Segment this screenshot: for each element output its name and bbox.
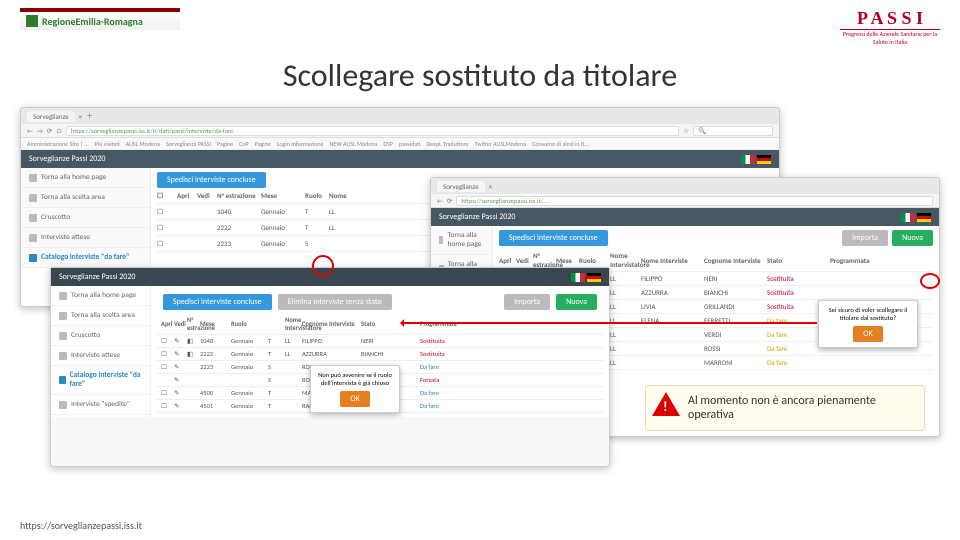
flag-it-icon[interactable] — [901, 213, 915, 222]
back-icon[interactable]: ← — [27, 127, 33, 135]
confirm-dialog-1: Non può avvenire se il ruolo dell'interv… — [310, 365, 400, 413]
sidebar: Torna alla home page Torna alla scelta a… — [21, 168, 151, 268]
sidebar-item[interactable]: Interviste attese — [51, 346, 150, 366]
flag-de-icon[interactable] — [917, 213, 931, 222]
sidebar-item[interactable]: Torna alla home page — [431, 226, 492, 255]
dialog-message: Sei sicuro di voler scollegare il titola… — [824, 306, 912, 322]
gauge-icon — [29, 214, 37, 222]
passi-logo-text: P A S S I — [840, 8, 940, 29]
flag-it-icon[interactable] — [571, 273, 585, 282]
table-row[interactable]: ☐✎◧1040GennaioTLLFILIPPONERISostituita — [157, 335, 603, 348]
region-logo-text: RegioneEmilia-Romagna — [42, 15, 143, 28]
bookmark-icon[interactable]: ☆ — [683, 127, 689, 135]
confirm-dialog-2: Sei sicuro di voler scollegare il titola… — [818, 300, 918, 348]
sidebar-item[interactable]: Catalogo interviste "da fare" — [51, 366, 150, 395]
browser-tab[interactable]: Sorveglianze — [27, 111, 75, 122]
search-box[interactable]: 🔍 — [693, 126, 773, 136]
delete-button[interactable]: Elimina interviste senza stato — [278, 294, 392, 310]
sidebar-item-area[interactable]: Torna alla scelta area — [21, 188, 150, 208]
bookmark[interactable]: Sorveglianza PASSI — [166, 140, 211, 148]
warning-callout: Al momento non è ancora pienamente opera… — [645, 385, 925, 431]
list-icon — [29, 234, 37, 242]
annotation-circle — [920, 273, 940, 289]
bookmark[interactable]: DSP — [383, 140, 393, 148]
forward-icon[interactable]: → — [37, 127, 43, 135]
callout-text: Al momento non è ancora pienamente opera… — [688, 394, 876, 422]
bookmarks-bar: Amministrazione Sito | ... Più visitati … — [21, 138, 779, 150]
annotation-circle — [312, 255, 334, 277]
sidebar-item[interactable]: Interviste "spedite" — [51, 395, 150, 415]
back-icon[interactable]: ← — [437, 197, 443, 205]
import-button[interactable]: Importa — [842, 230, 888, 246]
back-icon — [29, 194, 37, 202]
bookmark[interactable]: Login Informazione — [277, 140, 324, 148]
bookmark[interactable]: DeepL Traduttore — [426, 140, 468, 148]
gauge-icon — [59, 332, 67, 340]
new-button[interactable]: Nuova — [556, 294, 597, 310]
back-icon — [59, 312, 67, 320]
folder-icon — [59, 376, 66, 384]
app-title: Sorveglianze Passi 2020 — [29, 154, 105, 164]
bookmark[interactable]: Twitter AUSLModena — [475, 140, 526, 148]
dialog-message: Non può avvenire se il ruolo dell'interv… — [316, 371, 394, 387]
browser-tab[interactable]: Sorveglianze — [437, 181, 485, 192]
sidebar-item-catalog[interactable]: Catalogo interviste "da fare" — [21, 248, 150, 268]
app-bar: Sorveglianze Passi 2020 — [431, 208, 939, 226]
sidebar-item-home[interactable]: Torna alla home page — [21, 168, 150, 188]
close-icon[interactable]: × — [489, 182, 493, 191]
reload-icon[interactable]: ⟳ — [47, 127, 52, 135]
new-button[interactable]: Nuova — [892, 230, 933, 246]
slide-title: Scollegare sostituto da titolare — [0, 56, 960, 95]
flag-de-icon[interactable] — [587, 273, 601, 282]
bookmark[interactable]: Pagine — [255, 140, 271, 148]
home-icon — [29, 174, 37, 182]
sidebar-item[interactable]: Torna alla home page — [51, 286, 150, 306]
home-icon — [439, 236, 443, 244]
home-icon — [59, 292, 67, 300]
bookmark[interactable]: Più visitati — [95, 140, 120, 148]
ok-button[interactable]: OK — [340, 391, 369, 407]
bookmark[interactable]: CoP — [239, 140, 248, 148]
sidebar-item-expected[interactable]: Interviste attese — [21, 228, 150, 248]
passi-logo: P A S S I Progressi delle Aziende Sanita… — [840, 8, 940, 46]
flag-de-icon[interactable] — [757, 155, 771, 164]
bookmark[interactable]: AUSL Modena — [126, 140, 160, 148]
flag-it-icon[interactable] — [741, 155, 755, 164]
bookmark[interactable]: Pagine — [217, 140, 233, 148]
ok-button[interactable]: OK — [853, 326, 882, 342]
send-button[interactable]: Spedisci interviste concluse — [499, 230, 608, 246]
bookmark[interactable]: NEW AUSL Modena — [330, 140, 378, 148]
passi-logo-sub: Progressi delle Aziende Sanitarie per la… — [840, 29, 940, 46]
bookmark[interactable]: Consumo di alcol in It... — [532, 140, 589, 148]
list-icon — [59, 352, 67, 360]
table-header: ApriVediN° estrazioneMeseRuoloNome Inter… — [157, 314, 603, 335]
sent-icon — [59, 401, 67, 409]
sidebar-item-dashboard[interactable]: Cruscotto — [21, 208, 150, 228]
address-bar[interactable]: https://sorveglianzepassi.iss.it/... — [456, 196, 933, 206]
bookmark[interactable]: Amministrazione Sito | ... — [27, 140, 89, 148]
send-interviews-button[interactable]: Spedisci interviste concluse — [157, 172, 266, 188]
new-tab-icon[interactable]: ＋ — [86, 111, 93, 121]
region-logo: RegioneEmilia-Romagna — [20, 8, 180, 30]
address-bar[interactable]: https://sorveglianzepassi.iss.it/it/dati… — [66, 126, 679, 136]
warning-icon — [652, 392, 682, 420]
folder-icon — [29, 254, 37, 262]
table-row[interactable]: ☐✎◧2222GennaioTLLAZZURRABIANCHISostituit… — [157, 348, 603, 361]
home-icon[interactable]: ⌂ — [56, 127, 62, 135]
send-button[interactable]: Spedisci interviste concluse — [163, 294, 272, 310]
sidebar-item[interactable]: Cruscotto — [51, 326, 150, 346]
app-bar: Sorveglianze Passi 2020 — [21, 150, 779, 168]
annotation-arrow — [402, 322, 817, 324]
import-button[interactable]: Importa — [504, 294, 550, 310]
bookmark[interactable]: passidati — [399, 140, 420, 148]
footer-url: https://sorveglianzepassi.iss.it — [20, 519, 142, 532]
close-icon[interactable]: × — [79, 112, 83, 121]
sidebar-item[interactable]: Torna alla scelta area — [51, 306, 150, 326]
reload-icon[interactable]: ⟳ — [447, 197, 452, 205]
